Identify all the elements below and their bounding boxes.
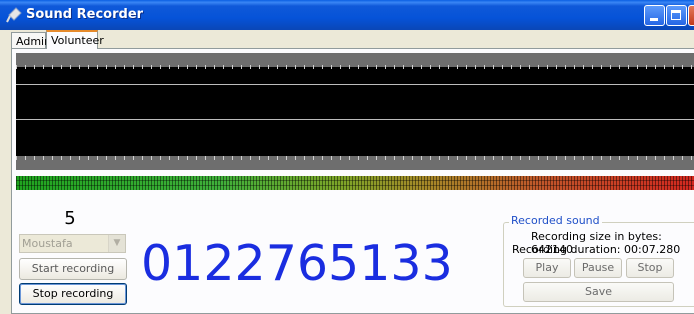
stop-recording-button[interactable]: Stop recording [19, 283, 127, 305]
start-recording-button[interactable]: Start recording [19, 258, 127, 280]
level-meter-segments [16, 176, 694, 190]
recording-duration-text: Recording duration: 00:07.280 [512, 243, 681, 256]
close-button[interactable] [688, 5, 694, 26]
waveform-channel-1-line [16, 84, 694, 85]
play-button[interactable]: Play [523, 258, 571, 278]
tab-volunteer[interactable]: Volunteer [46, 30, 104, 49]
level-meter [16, 176, 694, 190]
waveform-channel-divider [16, 119, 694, 120]
volunteer-name-select[interactable]: Moustafa ▼ [19, 234, 126, 253]
save-button[interactable]: Save [523, 282, 674, 302]
recorded-sound-group-title: Recorded sound [509, 214, 602, 227]
recording-count: 5 [64, 208, 76, 229]
level-meter-row-divider [16, 180, 694, 181]
waveform-bottom-ticks [16, 156, 694, 160]
maximize-button[interactable] [666, 5, 687, 26]
chevron-down-icon[interactable]: ▼ [108, 235, 125, 252]
pause-button[interactable]: Pause [574, 258, 622, 278]
waveform-top-ticks [16, 65, 694, 69]
microphone-icon [6, 7, 22, 23]
title-bar: Sound Recorder [0, 0, 694, 30]
stop-playback-button[interactable]: Stop [626, 258, 674, 278]
level-meter-row-divider [16, 185, 694, 186]
tab-admin[interactable]: Admin [11, 32, 51, 49]
window-title: Sound Recorder [26, 7, 144, 22]
volunteer-name-value: Moustafa [22, 237, 73, 250]
minimize-button[interactable] [644, 5, 665, 26]
waveform-display [16, 53, 694, 170]
phone-number-display: 0122765133 [141, 235, 453, 292]
